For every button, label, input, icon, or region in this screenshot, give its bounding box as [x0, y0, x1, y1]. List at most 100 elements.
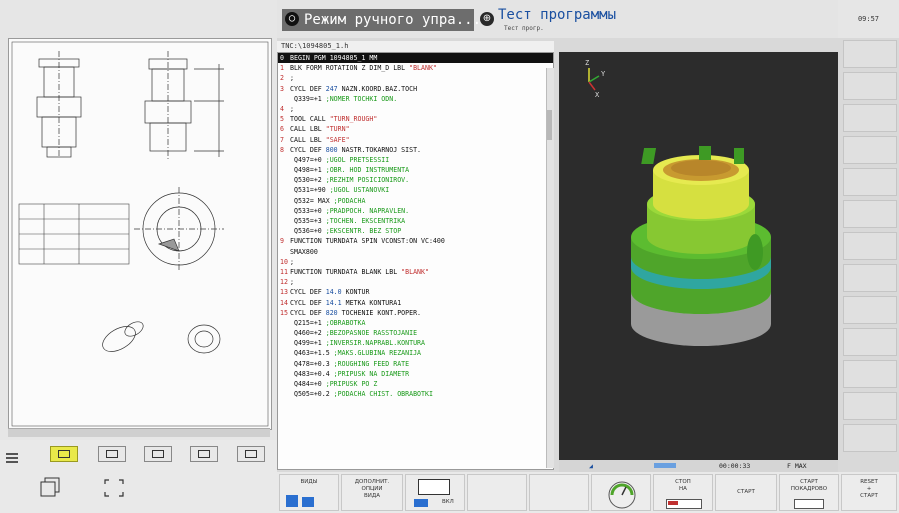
layout-program-button[interactable] [144, 446, 172, 462]
program-line[interactable]: 1 BLK FORM ROTATION Z DIM_D LBL "BLANK" [278, 63, 553, 73]
program-line[interactable]: 3 CYCL DEF 247 NAZN.KOORD.BAZ.TOCH [278, 84, 553, 94]
right-softkey-5[interactable] [843, 168, 897, 196]
program-line[interactable]: 5 TOOL CALL "TURN_ROUGH" [278, 114, 553, 124]
program-line[interactable]: 0 BEGIN PGM 1094805_1 MM [278, 53, 553, 64]
softkey-empty-2[interactable] [529, 474, 589, 511]
stop-marker-arrow [668, 501, 678, 505]
menu-icon[interactable] [6, 448, 18, 463]
program-line[interactable]: Q497=+0 ;UGOL PRETSESSII [278, 155, 553, 165]
program-line[interactable]: 9 FUNCTION TURNDATA SPIN VCONST:ON VC:400 [278, 236, 553, 246]
line-cycle-number: 247 [325, 84, 338, 93]
right-softkey-10[interactable] [843, 328, 897, 356]
layout-split-button[interactable] [98, 446, 126, 462]
axis-triad-icon: Z Y X [585, 59, 606, 99]
softkey-start-single-block[interactable]: СТАРТ ПОКАДРОВО [779, 474, 839, 511]
program-line[interactable]: Q478=+0.3 ;ROUGHING FEED RATE [278, 359, 553, 369]
softkey-start[interactable]: СТАРТ [715, 474, 777, 511]
program-line[interactable]: Q530=+2 ;REZHIM POSICIONIROV. [278, 175, 553, 185]
program-line[interactable]: 12; [278, 277, 553, 287]
program-line[interactable]: 10; [278, 257, 553, 267]
line-number: 3 [280, 84, 284, 93]
manual-mode-tab[interactable]: ◯ Режим ручного упра... [282, 9, 481, 31]
sim-time: 00:00:33 [719, 462, 751, 470]
right-softkey-1[interactable] [843, 40, 897, 68]
program-listing[interactable]: 0 BEGIN PGM 1094805_1 MM 1 BLK FORM ROTATIO… [277, 52, 554, 470]
single-block-icon [794, 499, 824, 509]
svg-text:Y: Y [601, 70, 606, 78]
program-line[interactable]: Q533=+0 ;PRADPOCH. NAPRAVLEN. [278, 206, 553, 216]
sim-mode-icon: ◢ [589, 462, 593, 470]
program-line[interactable]: 2; [278, 73, 553, 83]
layout-graphics-button[interactable] [190, 446, 218, 462]
program-line[interactable]: 14 CYCL DEF 14.1 METKA KONTURA1 [278, 298, 553, 308]
line-text: Q535=+3 [290, 217, 326, 225]
program-line[interactable]: Q215=+1 ;OBRABOTKA [278, 318, 553, 328]
program-test-tab[interactable]: ⊕ Тест программы Тест прогр. [478, 7, 678, 33]
line-string: "TURN_ROUGH" [329, 115, 378, 124]
right-softkey-12[interactable] [843, 392, 897, 420]
right-softkey-9[interactable] [843, 296, 897, 324]
line-text: Q532= MAX [290, 196, 334, 205]
program-line[interactable]: 4; [278, 104, 553, 114]
right-softkey-13[interactable] [843, 424, 897, 452]
softkey-toggle-on[interactable]: ВКЛ [405, 474, 465, 511]
program-line[interactable]: Q531=+90 ;UGOL USTANOVKI [278, 185, 553, 195]
program-line[interactable]: Q532= MAX ;PODACHA [278, 196, 553, 206]
softkey-start-label: СТАРТ [737, 489, 755, 495]
line-cycle-number: 14.0 [325, 288, 342, 297]
windows-icon[interactable] [37, 476, 65, 500]
line-text: ; [290, 74, 294, 83]
program-line[interactable]: Q536=+0 ;EKSCENTR. BEZ STOP [278, 226, 553, 236]
program-scrollbar-thumb[interactable] [547, 110, 552, 140]
line-number: 8 [280, 145, 284, 154]
right-softkey-6[interactable] [843, 200, 897, 228]
softkey-reset-start[interactable]: RESET + СТАРТ [841, 474, 897, 511]
right-softkey-3[interactable] [843, 104, 897, 132]
right-softkey-4[interactable] [843, 136, 897, 164]
softkey-speed-dial[interactable] [591, 474, 651, 511]
layout-single-button[interactable] [237, 446, 265, 462]
line-cycle-number: 820 [325, 308, 338, 317]
line-comment: ;OBRABOTKA [325, 318, 366, 327]
program-line[interactable]: Q484=+0 ;PRIPUSK PO Z [278, 379, 553, 389]
program-line[interactable]: Q499=+1 ;INVERSIR.NAPRABL.KONTURA [278, 338, 553, 348]
program-test-icon: ⊕ [480, 12, 494, 26]
line-comment: ;NOMER TOCHKI ODN. [325, 94, 398, 103]
program-line[interactable]: 15 CYCL DEF 820 TOCHENIE KONT.POPER. [278, 308, 553, 318]
line-comment: ;PRIPUSK PO Z [325, 380, 378, 388]
program-line[interactable]: SMAX800 [278, 247, 553, 257]
right-softkey-11[interactable] [843, 360, 897, 388]
softkey-stop-at[interactable]: СТОП НА [653, 474, 713, 511]
right-softkey-8[interactable] [843, 264, 897, 292]
program-line[interactable]: 11 FUNCTION TURNDATA BLANK LBL "BLANK" [278, 267, 553, 277]
program-line[interactable]: 7 CALL LBL "SAFE" [278, 135, 553, 145]
line-string: "BLANK" [401, 267, 429, 276]
right-softkey-7[interactable] [843, 232, 897, 260]
program-line[interactable]: Q535=+3 ;TOCHEN. EKSCENTRIKA [278, 216, 553, 226]
program-line[interactable]: 6 CALL LBL "TURN" [278, 124, 553, 134]
line-text: CYCL DEF [290, 145, 326, 154]
program-line[interactable]: Q505=+0.2 ;PODACHA CHIST. OBRABOTKI [278, 389, 553, 399]
simulation-viewport[interactable]: Z Y X [559, 52, 838, 460]
program-line[interactable]: Q498=+1 ;OBR. HOD INSTRUMENTA [278, 165, 553, 175]
line-number: 9 [280, 237, 284, 246]
program-line[interactable]: Q339=+1 ;NOMER TOCHKI ODN. [278, 94, 553, 104]
program-line[interactable]: 8 CYCL DEF 800 NASTR.TOKARNOJ SIST. [278, 145, 553, 155]
line-comment: ;UGOL USTANOVKI [329, 186, 390, 195]
program-line[interactable]: 13 CYCL DEF 14.0 KONTUR [278, 287, 553, 297]
line-comment: ;PRIPUSK NA DIAMETR [333, 369, 410, 378]
softkey-view-options[interactable]: ДОПОЛНИТ. ОПЦИИ ВИДА [341, 474, 403, 511]
layout-drawing-button[interactable] [50, 446, 78, 462]
sim-feed: F MAX [787, 462, 807, 470]
program-line[interactable]: Q460=+2 ;BEZOPASNOE RASSTOJANIE [278, 328, 553, 338]
softkey-extra-line1: ДОПОЛНИТ. [354, 479, 390, 485]
softkey-empty-1[interactable] [467, 474, 527, 511]
right-softkey-2[interactable] [843, 72, 897, 100]
program-line[interactable]: Q463=+1.5 ;MAKS.GLUBINA REZANIJA [278, 348, 553, 358]
line-text: Q484=+0 [290, 380, 326, 388]
view-cube-icon [286, 495, 298, 507]
program-line[interactable]: Q483=+0.4 ;PRIPUSK NA DIAMETR [278, 369, 553, 379]
line-text: Q531=+90 [290, 186, 330, 195]
fullscreen-icon[interactable] [103, 478, 125, 498]
softkey-views[interactable]: ВИДЫ [279, 474, 339, 511]
